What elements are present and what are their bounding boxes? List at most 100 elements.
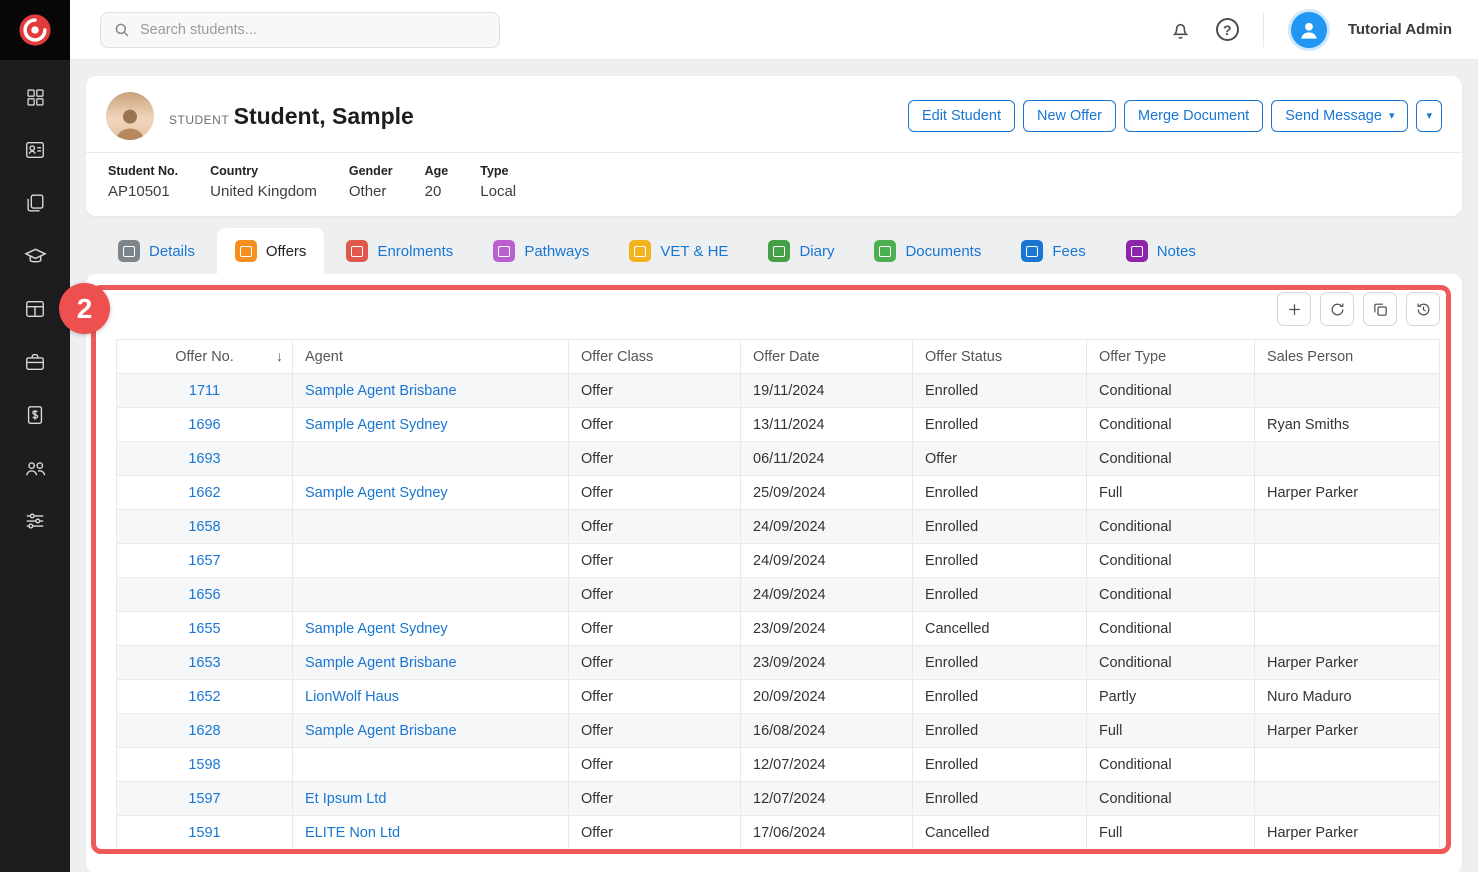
send-message-button[interactable]: Send Message▾: [1271, 100, 1408, 132]
offer-number-link[interactable]: 1655: [188, 621, 220, 637]
tab[interactable]: Offers: [217, 228, 325, 274]
app-logo[interactable]: [0, 0, 70, 60]
table-row[interactable]: 1658 Offer 24/09/2024 Enrolled Condition…: [117, 510, 1440, 544]
sort-descending-icon[interactable]: ↓: [276, 348, 283, 364]
agent-link[interactable]: LionWolf Haus: [305, 689, 399, 705]
field-label: Student No.: [108, 164, 178, 178]
student-field: Student No. AP10501: [108, 164, 178, 200]
agent-link[interactable]: ELITE Non Ltd: [305, 825, 400, 841]
offer-class-cell: Offer: [569, 476, 741, 510]
table-row[interactable]: 1656 Offer 24/09/2024 Enrolled Condition…: [117, 578, 1440, 612]
tab-label: Pathways: [524, 243, 589, 260]
copy-button[interactable]: [1363, 292, 1397, 326]
offer-number-link[interactable]: 1628: [188, 723, 220, 739]
offer-number-link[interactable]: 1711: [189, 383, 220, 399]
offer-number-link[interactable]: 1658: [188, 519, 220, 535]
offer-number-link[interactable]: 1652: [188, 689, 220, 705]
agent-link[interactable]: Sample Agent Brisbane: [305, 383, 457, 399]
tab[interactable]: VET & HE: [611, 228, 746, 274]
offer-number-link[interactable]: 1598: [188, 757, 220, 773]
courses-icon[interactable]: [22, 243, 48, 269]
tab[interactable]: Fees: [1003, 228, 1103, 274]
documents-icon[interactable]: [22, 190, 48, 216]
settings-icon[interactable]: [22, 508, 48, 534]
table-row[interactable]: 1657 Offer 24/09/2024 Enrolled Condition…: [117, 544, 1440, 578]
agent-link[interactable]: Sample Agent Brisbane: [305, 655, 457, 671]
table-row[interactable]: 1693 Offer 06/11/2024 Offer Conditional: [117, 442, 1440, 476]
tab[interactable]: Pathways: [475, 228, 607, 274]
dashboard-icon[interactable]: [22, 84, 48, 110]
column-header-offer-date[interactable]: Offer Date: [741, 340, 913, 374]
offer-number-link[interactable]: 1653: [188, 655, 220, 671]
offer-number-link[interactable]: 1656: [188, 587, 220, 603]
user-avatar-icon: [1296, 17, 1322, 43]
sales-person-cell: Harper Parker: [1255, 816, 1440, 850]
boards-icon[interactable]: [22, 296, 48, 322]
user-avatar[interactable]: [1288, 9, 1330, 51]
offer-status-cell: Enrolled: [913, 782, 1087, 816]
table-row[interactable]: 1628 Sample Agent Brisbane Offer 16/08/2…: [117, 714, 1440, 748]
offer-number-link[interactable]: 1597: [188, 791, 220, 807]
search-input[interactable]: [140, 22, 487, 38]
tab[interactable]: Enrolments: [328, 228, 471, 274]
offer-number-link[interactable]: 1591: [188, 825, 220, 841]
tab-label: Offers: [266, 243, 307, 260]
column-header-offer-class[interactable]: Offer Class: [569, 340, 741, 374]
agent-link[interactable]: Sample Agent Brisbane: [305, 723, 457, 739]
agent-link[interactable]: Et Ipsum Ltd: [305, 791, 386, 807]
table-row[interactable]: 1653 Sample Agent Brisbane Offer 23/09/2…: [117, 646, 1440, 680]
help-button[interactable]: ?: [1216, 18, 1239, 41]
tab[interactable]: Diary: [750, 228, 852, 274]
table-row[interactable]: 1598 Offer 12/07/2024 Enrolled Condition…: [117, 748, 1440, 782]
notifications-button[interactable]: [1169, 18, 1192, 41]
table-row[interactable]: 1597 Et Ipsum Ltd Offer 12/07/2024 Enrol…: [117, 782, 1440, 816]
tab[interactable]: Documents: [856, 228, 999, 274]
student-field: Type Local: [480, 164, 516, 200]
search-box[interactable]: [100, 12, 500, 48]
table-row[interactable]: 1591 ELITE Non Ltd Offer 17/06/2024 Canc…: [117, 816, 1440, 850]
finance-icon[interactable]: [22, 402, 48, 428]
agent-link[interactable]: Sample Agent Sydney: [305, 485, 448, 501]
offer-type-cell: Conditional: [1087, 782, 1255, 816]
add-button[interactable]: [1277, 292, 1311, 326]
table-row[interactable]: 1711 Sample Agent Brisbane Offer 19/11/2…: [117, 374, 1440, 408]
offers-table: Offer No. ↓ Agent Offer Class Offer Date…: [116, 339, 1440, 850]
column-header-offer-no[interactable]: Offer No. ↓: [117, 340, 293, 374]
column-header-offer-type[interactable]: Offer Type: [1087, 340, 1255, 374]
tab[interactable]: Notes: [1108, 228, 1214, 274]
field-label: Country: [210, 164, 317, 178]
contacts-icon[interactable]: [22, 137, 48, 163]
tab-icon: [235, 240, 257, 262]
sales-person-cell: [1255, 578, 1440, 612]
refresh-button[interactable]: [1320, 292, 1354, 326]
offer-number-link[interactable]: 1696: [188, 417, 220, 433]
offer-status-cell: Cancelled: [913, 816, 1087, 850]
offer-number-link[interactable]: 1693: [188, 451, 220, 467]
tab[interactable]: Details: [100, 228, 213, 274]
column-header-sales-person[interactable]: Sales Person: [1255, 340, 1440, 374]
offer-number-link[interactable]: 1662: [188, 485, 220, 501]
table-row[interactable]: 1655 Sample Agent Sydney Offer 23/09/202…: [117, 612, 1440, 646]
offer-date-cell: 13/11/2024: [741, 408, 913, 442]
copy-icon: [1372, 301, 1389, 318]
new-offer-button[interactable]: New Offer: [1023, 100, 1116, 132]
table-row[interactable]: 1696 Sample Agent Sydney Offer 13/11/202…: [117, 408, 1440, 442]
table-row[interactable]: 1662 Sample Agent Sydney Offer 25/09/202…: [117, 476, 1440, 510]
merge-document-button[interactable]: Merge Document: [1124, 100, 1263, 132]
agent-link[interactable]: Sample Agent Sydney: [305, 621, 448, 637]
column-header-agent[interactable]: Agent: [293, 340, 569, 374]
offer-class-cell: Offer: [569, 510, 741, 544]
student-field: Gender Other: [349, 164, 393, 200]
offer-number-link[interactable]: 1657: [188, 553, 220, 569]
history-button[interactable]: [1406, 292, 1440, 326]
table-row[interactable]: 1652 LionWolf Haus Offer 20/09/2024 Enro…: [117, 680, 1440, 714]
field-label: Age: [425, 164, 449, 178]
grid-toolbar: [116, 284, 1440, 339]
briefcase-icon[interactable]: [22, 349, 48, 375]
people-icon[interactable]: [22, 455, 48, 481]
offer-date-cell: 25/09/2024: [741, 476, 913, 510]
agent-link[interactable]: Sample Agent Sydney: [305, 417, 448, 433]
more-actions-button[interactable]: ▾: [1416, 100, 1442, 132]
edit-student-button[interactable]: Edit Student: [908, 100, 1015, 132]
column-header-offer-status[interactable]: Offer Status: [913, 340, 1087, 374]
